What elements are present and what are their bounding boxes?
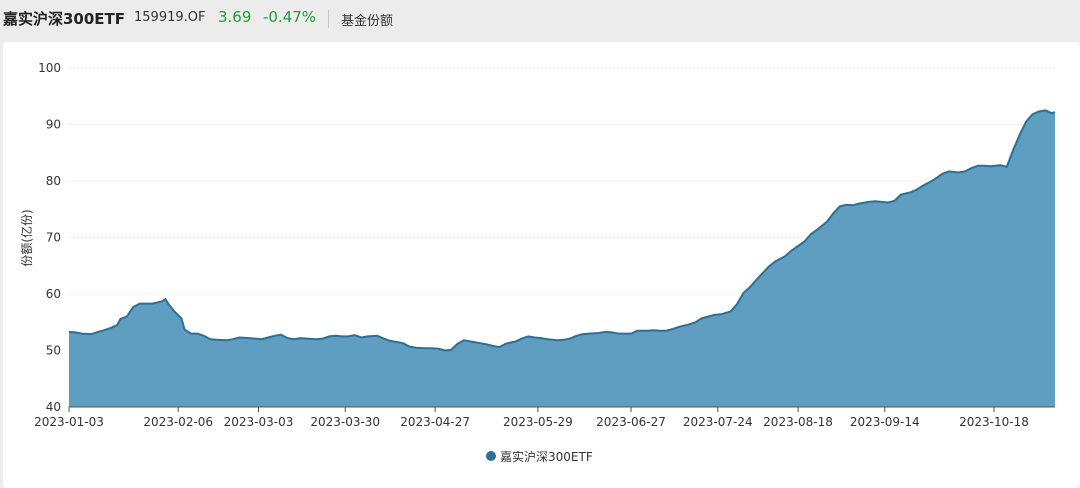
- x-tick-label: 2023-08-18: [763, 415, 833, 429]
- y-tick-label: 100: [38, 61, 61, 75]
- y-axis-label: 份额(亿份): [19, 209, 34, 266]
- x-tick-label: 2023-03-03: [224, 415, 294, 429]
- y-tick-label: 40: [46, 400, 61, 414]
- y-tick-label: 70: [46, 231, 61, 245]
- x-tick-label: 2023-01-03: [34, 415, 104, 429]
- x-tick-label: 2023-06-27: [596, 415, 666, 429]
- y-tick-label: 60: [46, 287, 61, 301]
- legend-marker: [486, 451, 496, 461]
- x-tick-label: 2023-02-06: [143, 415, 213, 429]
- y-tick-label: 50: [46, 344, 61, 358]
- x-tick-label: 2023-04-27: [400, 415, 470, 429]
- share-area: [69, 110, 1055, 408]
- legend[interactable]: 嘉实沪深300ETF: [486, 449, 593, 464]
- x-tick-label: 2023-05-29: [503, 415, 573, 429]
- legend-label: 嘉实沪深300ETF: [500, 449, 593, 464]
- x-tick-label: 2023-03-30: [310, 415, 380, 429]
- x-tick-label: 2023-07-24: [683, 415, 753, 429]
- y-tick-label: 90: [46, 118, 61, 132]
- x-tick-label: 2023-10-18: [959, 415, 1029, 429]
- y-tick-label: 80: [46, 174, 61, 188]
- x-tick-label: 2023-09-14: [850, 415, 920, 429]
- fund-shares-chart: 40 50 60 70 80 90 100 2023-01-03 2023-02-06 2023-…: [19, 61, 1056, 464]
